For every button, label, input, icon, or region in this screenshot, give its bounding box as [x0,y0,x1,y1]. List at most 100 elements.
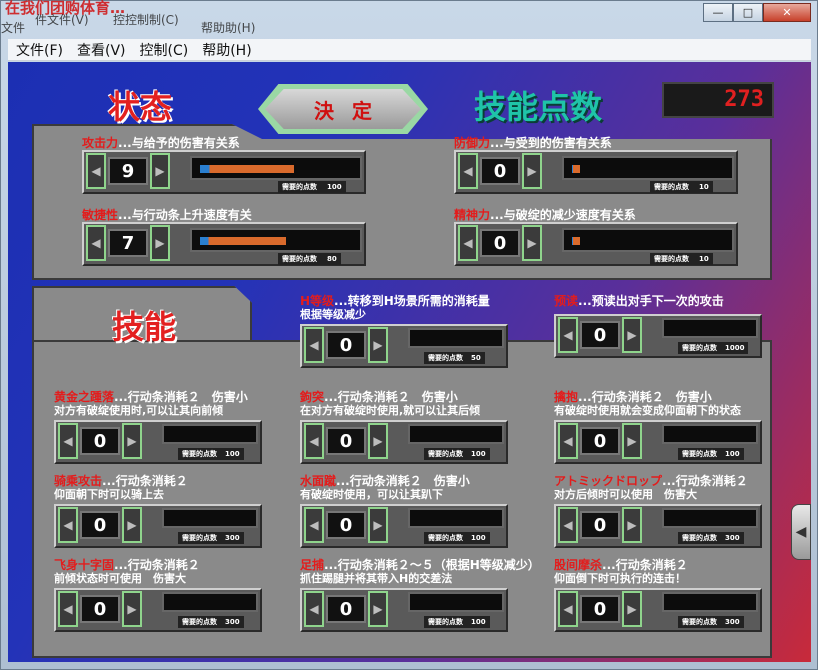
decrease-button[interactable]: ◀ [458,225,478,261]
close-button[interactable]: ✕ [763,3,811,22]
level-value: 9 [108,157,148,185]
chevron-left-icon: ◀ [795,524,807,540]
triangle-right-icon: ▶ [527,236,537,250]
decrease-button[interactable]: ◀ [558,317,578,353]
minimize-button[interactable]: — [703,3,733,22]
cost-text: 需要的点数 [682,344,717,352]
increase-button[interactable]: ▶ [622,423,642,459]
cost-label: 需要的点数 300 [678,616,744,628]
status-title: 状态 [108,88,173,126]
skill-points-title: 技能点数 [474,88,603,126]
level-value: 0 [580,321,620,349]
ghost-menu-file: 文件 [1,21,26,35]
increase-button[interactable]: ▶ [368,507,388,543]
stat-name: 防御力 [454,136,491,150]
increase-button[interactable]: ▶ [150,225,170,261]
skill-label: 预读...预读出对手下一次的攻击 [554,292,724,309]
increase-button[interactable]: ▶ [622,317,642,353]
increase-button[interactable]: ▶ [522,225,542,261]
stat-desc: ...与给予的伤害有关系 [118,136,240,150]
side-collapse-tab[interactable]: ◀ [791,504,811,560]
confirm-button[interactable]: 決定 [258,84,428,134]
stat-bar [562,228,734,252]
triangle-left-icon: ◀ [463,164,473,178]
decrease-button[interactable]: ◀ [558,507,578,543]
stat-bar-fill [200,165,294,173]
decrease-button[interactable]: ◀ [558,423,578,459]
menu-view[interactable]: 查看(V) [77,40,126,60]
cost-text: 需要的点数 [682,618,717,626]
cost-label: 需要的点数 100 [678,448,744,460]
value-stepper: ◀ 0 ▶ [558,506,642,544]
increase-button[interactable]: ▶ [122,507,142,543]
skill-desc-line2: 对方有破绽使用时,可以让其向前倾 [54,404,224,417]
cost-label: 需要的点数 10 [650,253,713,265]
maximize-button[interactable]: □ [733,3,763,22]
menu-file[interactable]: 文件(F) [16,40,63,60]
decrease-button[interactable]: ◀ [58,591,78,627]
decrease-button[interactable]: ◀ [58,423,78,459]
increase-button[interactable]: ▶ [122,591,142,627]
cost-label: 需要的点数 300 [678,532,744,544]
stat-label: 精神力...与破绽的减少速度有关系 [454,206,636,223]
menu-bar: 文件(F) 查看(V) 控制(C) 帮助(H) [8,39,811,61]
triangle-left-icon: ◀ [463,236,473,250]
skill-desc-line2: 仰面倒下时可执行的连击！ [554,572,686,585]
decrease-button[interactable]: ◀ [86,225,106,261]
level-value: 0 [326,427,366,455]
cost-value: 10 [699,255,709,263]
decrease-button[interactable]: ◀ [458,153,478,189]
value-stepper: ◀ 0 ▶ [304,506,388,544]
skill-desc-line2: 有破绽时使用，可以让其趴下 [300,488,443,501]
triangle-right-icon: ▶ [373,518,383,532]
increase-button[interactable]: ▶ [150,153,170,189]
menu-help[interactable]: 帮助(H) [202,40,251,60]
triangle-right-icon: ▶ [627,328,637,342]
increase-button[interactable]: ▶ [368,423,388,459]
skill-bar [408,424,504,444]
value-stepper: ◀ 0 ▶ [458,152,542,190]
decrease-button[interactable]: ◀ [58,507,78,543]
decrease-button[interactable]: ◀ [304,327,324,363]
decrease-button[interactable]: ◀ [304,507,324,543]
level-value: 0 [480,157,520,185]
cost-label: 需要的点数 1000 [678,342,749,354]
cost-text: 需要的点数 [428,618,463,626]
increase-button[interactable]: ▶ [622,507,642,543]
value-stepper: ◀ 9 ▶ [86,152,170,190]
decrease-button[interactable]: ◀ [304,591,324,627]
skills-title: 技能 [112,308,177,346]
cost-value: 100 [327,183,342,191]
level-value: 0 [326,595,366,623]
level-value: 0 [580,427,620,455]
cost-text: 需要的点数 [428,354,463,362]
triangle-left-icon: ◀ [309,338,319,352]
triangle-right-icon: ▶ [127,602,137,616]
cost-label: 需要的点数 80 [278,253,341,265]
cost-text: 需要的点数 [428,534,463,542]
ghost-menu-help: 帮助助(H) [201,21,256,35]
cost-label: 需要的点数 10 [650,181,713,193]
decrease-button[interactable]: ◀ [86,153,106,189]
level-value: 0 [80,511,120,539]
cost-text: 需要的点数 [182,618,217,626]
triangle-right-icon: ▶ [127,518,137,532]
cost-label: 需要的点数 300 [178,532,244,544]
stat-desc: ...与破绽的减少速度有关系 [490,208,636,222]
title-bar: 在我们团购体育… 文件 件文件(V) 控控制制(C) 帮助助(H) — □ ✕ [1,0,817,35]
stat-name: 精神力 [454,208,491,222]
cost-value: 100 [725,450,740,458]
increase-button[interactable]: ▶ [122,423,142,459]
stat-bar-fill [572,237,580,245]
decrease-button[interactable]: ◀ [558,591,578,627]
increase-button[interactable]: ▶ [368,327,388,363]
increase-button[interactable]: ▶ [368,591,388,627]
increase-button[interactable]: ▶ [622,591,642,627]
skill-bar [662,592,758,612]
skill-bar [408,508,504,528]
menu-control[interactable]: 控制(C) [140,40,189,60]
value-stepper: ◀ 7 ▶ [86,224,170,262]
cost-text: 需要的点数 [654,255,689,263]
increase-button[interactable]: ▶ [522,153,542,189]
decrease-button[interactable]: ◀ [304,423,324,459]
